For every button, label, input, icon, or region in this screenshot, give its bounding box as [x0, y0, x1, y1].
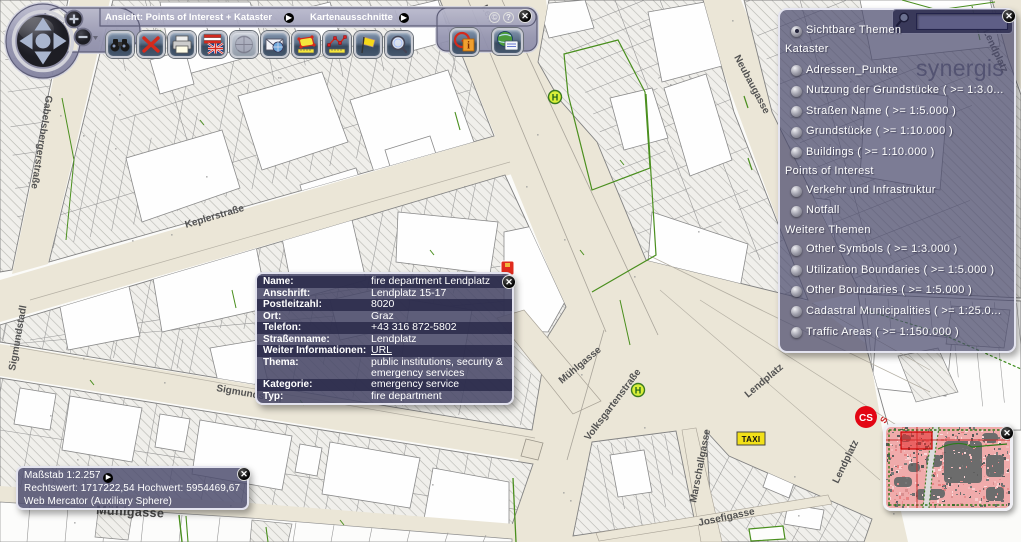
svg-text:H: H — [552, 93, 559, 103]
svg-text:H: H — [635, 386, 642, 396]
svg-text:TAXI: TAXI — [742, 435, 761, 444]
svg-text:CS: CS — [859, 413, 873, 424]
svg-text:i: i — [467, 41, 470, 52]
